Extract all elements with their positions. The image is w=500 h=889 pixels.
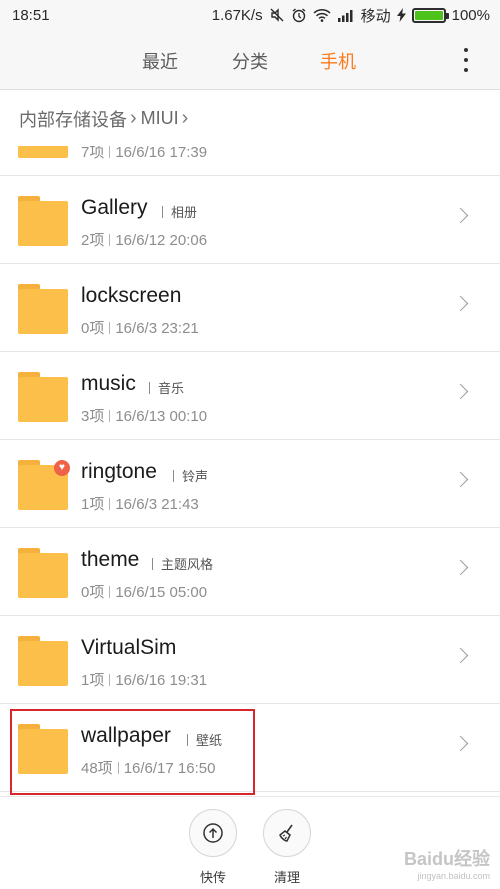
battery-fill (414, 10, 443, 20)
list-item[interactable]: lockscreen 0项 16/6/3 23:21 (0, 264, 500, 352)
folder-alias: 音乐 (149, 378, 184, 397)
folder-icon (18, 548, 68, 598)
folder-alias: 主题风格 (152, 554, 213, 573)
folder-name: music (81, 372, 136, 395)
chevron-right-icon (452, 295, 469, 312)
clean-label: 清理 (273, 870, 300, 885)
chevron-right-icon (452, 207, 469, 224)
upload-icon (189, 809, 237, 857)
broom-icon (263, 809, 311, 857)
folder-alias: 相册 (162, 202, 197, 221)
folder-icon (18, 372, 68, 422)
breadcrumb-root[interactable]: 内部存储设备 (19, 106, 127, 132)
folder-name: theme (81, 548, 140, 571)
folder-icon (18, 196, 68, 246)
folder-name: VirtualSim (81, 636, 177, 659)
carrier-name: 移动 (360, 7, 391, 25)
folder-icon (18, 636, 68, 686)
folder-icon (18, 146, 68, 158)
folder-meta: 0项 16/6/3 23:21 (81, 320, 199, 337)
folder-icon: ♥ (18, 460, 70, 510)
tab-recent[interactable]: 最近 (142, 48, 178, 74)
folder-alias: 壁纸 (187, 730, 222, 749)
heart-icon: ♥ (54, 460, 70, 476)
tab-phone[interactable]: 手机 (320, 48, 356, 74)
folder-meta: 3项 16/6/13 00:10 (81, 408, 208, 425)
list-item[interactable]: music 音乐 3项 16/6/13 00:10 (0, 352, 500, 440)
folder-meta: 1项 16/6/16 19:31 (81, 672, 208, 689)
chevron-right-icon (452, 383, 469, 400)
list-item[interactable]: 7项 16/6/16 17:39 (0, 146, 500, 176)
breadcrumb-current[interactable]: MIUI (141, 108, 179, 129)
list-item[interactable]: wallpaper 壁纸 48项 16/6/17 16:50 (0, 704, 500, 792)
clean-button[interactable]: 清理 (262, 809, 312, 886)
wifi-icon (313, 8, 331, 22)
list-item[interactable]: VirtualSim 1项 16/6/16 19:31 (0, 616, 500, 704)
breadcrumb-chevron-icon: › (181, 107, 189, 129)
folder-icon (18, 724, 68, 774)
breadcrumb-chevron-icon: › (130, 107, 137, 129)
chevron-right-icon (452, 559, 469, 576)
tab-category[interactable]: 分类 (232, 48, 268, 74)
tab-bar: 最近 分类 手机 (0, 30, 500, 90)
folder-name: lockscreen (81, 284, 182, 307)
watermark-logo: Baidu经验 jingyan.baidu.com (403, 849, 490, 881)
mute-icon (269, 7, 285, 23)
breadcrumb: 内部存储设备 › MIUI › (0, 91, 500, 146)
chevron-right-icon (452, 735, 469, 752)
list-item[interactable]: Gallery 相册 2项 16/6/12 20:06 (0, 176, 500, 264)
battery-icon (411, 7, 449, 23)
alarm-icon (291, 7, 307, 23)
more-menu-icon[interactable] (460, 48, 472, 72)
status-right: 1.67K/s 移动 100% (212, 5, 490, 26)
folder-meta: 0项 16/6/15 05:00 (81, 584, 208, 601)
list-item[interactable]: theme 主题风格 0项 16/6/15 05:00 (0, 528, 500, 616)
chevron-right-icon (452, 471, 469, 488)
signal-icon (337, 8, 355, 22)
charging-icon (396, 8, 406, 22)
quick-transfer-button[interactable]: 快传 (188, 809, 238, 886)
folder-meta: 1项 16/6/3 21:43 (81, 496, 199, 513)
battery-percent: 100% (451, 6, 490, 24)
folder-name: ringtone (81, 460, 157, 483)
folder-name: Gallery (81, 196, 148, 219)
chevron-right-icon (452, 647, 469, 664)
folder-alias: 铃声 (173, 466, 208, 485)
folder-meta: 2项 16/6/12 20:06 (81, 232, 208, 249)
status-time: 18:51 (12, 6, 50, 24)
folder-meta: 7项 16/6/16 17:39 (81, 146, 208, 161)
quick-transfer-label: 快传 (199, 870, 226, 885)
folder-meta: 48项 16/6/17 16:50 (81, 760, 216, 777)
folder-list: 7项 16/6/16 17:39 Gallery 相册 2项 16/6/12 20:… (0, 146, 500, 796)
folder-name: wallpaper (81, 724, 171, 747)
folder-icon (18, 284, 68, 334)
list-item[interactable]: ♥ ringtone 铃声 1项 16/6/3 21:43 (0, 440, 500, 528)
bottom-action-bar: 快传 清理 Baidu经验 jingyan.baidu.com (0, 796, 500, 889)
status-bar: 18:51 1.67K/s 移动 100% (0, 0, 500, 30)
network-speed: 1.67K/s (211, 6, 263, 24)
